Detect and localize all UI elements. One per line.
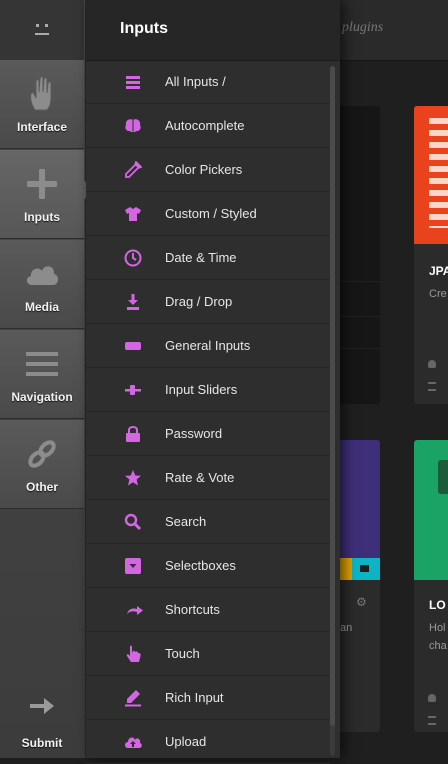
menu-label: All Inputs / — [165, 74, 226, 89]
menu-label: Upload — [165, 734, 207, 749]
menu-label: Search — [165, 514, 207, 529]
menu-label: Password — [165, 426, 223, 441]
face-icon[interactable] — [32, 23, 52, 37]
menu-item-shortcuts[interactable]: Shortcuts — [86, 588, 330, 632]
rail-label: Other — [25, 480, 58, 494]
icon-rail: Interface Inputs Media Navigation Other … — [0, 0, 86, 758]
menu-label: Touch — [165, 646, 200, 661]
content-card-orange[interactable]: JPA Cre — [414, 106, 448, 404]
menu-label: Rate & Vote — [165, 470, 235, 485]
submit-label: Submit — [21, 736, 63, 750]
rail-item-inputs[interactable]: Inputs — [0, 150, 84, 239]
menu-item-search[interactable]: Search — [86, 500, 330, 544]
menu-label: Drag / Drop — [165, 294, 233, 309]
inputs-menu-panel: Inputs All Inputs / Autocomplete Color P… — [86, 0, 340, 764]
user-icon — [428, 694, 436, 702]
menu-item-input-sliders[interactable]: Input Sliders — [86, 368, 330, 412]
gear-icon[interactable]: ⚙ — [356, 595, 367, 609]
brain-icon — [125, 119, 141, 133]
cloud-upload-icon — [125, 737, 142, 748]
rail-label: Inputs — [24, 210, 60, 224]
menu-item-general-inputs[interactable]: General Inputs — [86, 324, 330, 368]
selectbox-icon — [125, 558, 141, 574]
menu-item-rich-input[interactable]: Rich Input — [86, 676, 330, 720]
content-card-green[interactable]: LO Hol cha — [414, 440, 448, 732]
menu-item-upload[interactable]: Upload — [86, 720, 330, 764]
menu-label: Input Sliders — [165, 382, 238, 397]
topbar-text: plugins — [342, 20, 384, 35]
menu-label: Rich Input — [165, 690, 224, 705]
top-bar: plugins — [340, 0, 448, 61]
video-icon — [360, 565, 369, 572]
eyedropper-icon — [125, 161, 142, 178]
cloud-icon — [26, 266, 58, 285]
menu-item-password[interactable]: Password — [86, 412, 330, 456]
plus-icon — [27, 169, 57, 199]
menu-item-all-inputs[interactable]: All Inputs / — [86, 60, 330, 104]
card-image — [414, 440, 448, 580]
menu-item-rate-vote[interactable]: Rate & Vote — [86, 456, 330, 500]
arrow-right-icon — [30, 698, 54, 714]
shortcut-arrow-icon — [127, 606, 143, 615]
menu-item-drag-drop[interactable]: Drag / Drop — [86, 280, 330, 324]
card-text: an — [340, 622, 353, 634]
clock-icon — [124, 249, 142, 267]
search-icon — [124, 513, 142, 531]
menu-item-color-pickers[interactable]: Color Pickers — [86, 148, 330, 192]
input-field-icon — [125, 342, 141, 350]
rail-item-navigation[interactable]: Navigation — [0, 330, 84, 419]
panel-scrollbar[interactable] — [330, 66, 335, 756]
menu-item-selectboxes[interactable]: Selectboxes — [86, 544, 330, 588]
hand-icon — [30, 76, 52, 111]
slider-icon — [125, 385, 141, 395]
card-image — [414, 106, 448, 244]
menu-item-touch[interactable]: Touch — [86, 632, 330, 676]
submit-button[interactable]: Submit — [0, 670, 84, 758]
menu-item-date-time[interactable]: Date & Time — [86, 236, 330, 280]
card-line: cha — [429, 640, 447, 652]
menu-label: Custom / Styled — [165, 206, 257, 221]
download-icon — [127, 294, 139, 310]
pen-icon — [125, 690, 141, 707]
menu-label: General Inputs — [165, 338, 251, 353]
rail-item-other[interactable]: Other — [0, 420, 84, 509]
rail-label: Navigation — [11, 390, 73, 404]
tshirt-icon — [125, 207, 141, 221]
menu-label: Date & Time — [165, 250, 237, 265]
scrollbar-thumb[interactable] — [330, 66, 335, 726]
menu-label: Shortcuts — [165, 602, 220, 617]
list-icon — [126, 76, 140, 89]
link-icon — [28, 440, 56, 468]
menu-label: Autocomplete — [165, 118, 245, 133]
menu-label: Selectboxes — [165, 558, 236, 573]
card-title: JPA — [429, 264, 448, 278]
menu-item-custom-styled[interactable]: Custom / Styled — [86, 192, 330, 236]
user-icon — [428, 360, 436, 368]
menu-icon — [26, 352, 58, 376]
card-title: LO — [429, 598, 446, 612]
menu-item-autocomplete[interactable]: Autocomplete — [86, 104, 330, 148]
rail-label: Media — [24, 300, 59, 314]
pointer-hand-icon — [126, 645, 141, 662]
menu-label: Color Pickers — [165, 162, 243, 177]
comments-icon — [428, 716, 436, 725]
panel-header: Inputs — [86, 0, 340, 61]
rail-item-media[interactable]: Media — [0, 240, 84, 329]
rail-label: Interface — [16, 120, 68, 134]
rail-header — [0, 0, 84, 61]
rail-item-interface[interactable]: Interface — [0, 60, 84, 149]
lock-icon — [126, 426, 140, 442]
panel-title: Inputs — [120, 20, 168, 37]
card-subtitle: Cre — [429, 288, 447, 300]
star-icon — [125, 470, 141, 486]
comments-icon — [428, 382, 436, 391]
card-line: Hol — [429, 622, 446, 634]
